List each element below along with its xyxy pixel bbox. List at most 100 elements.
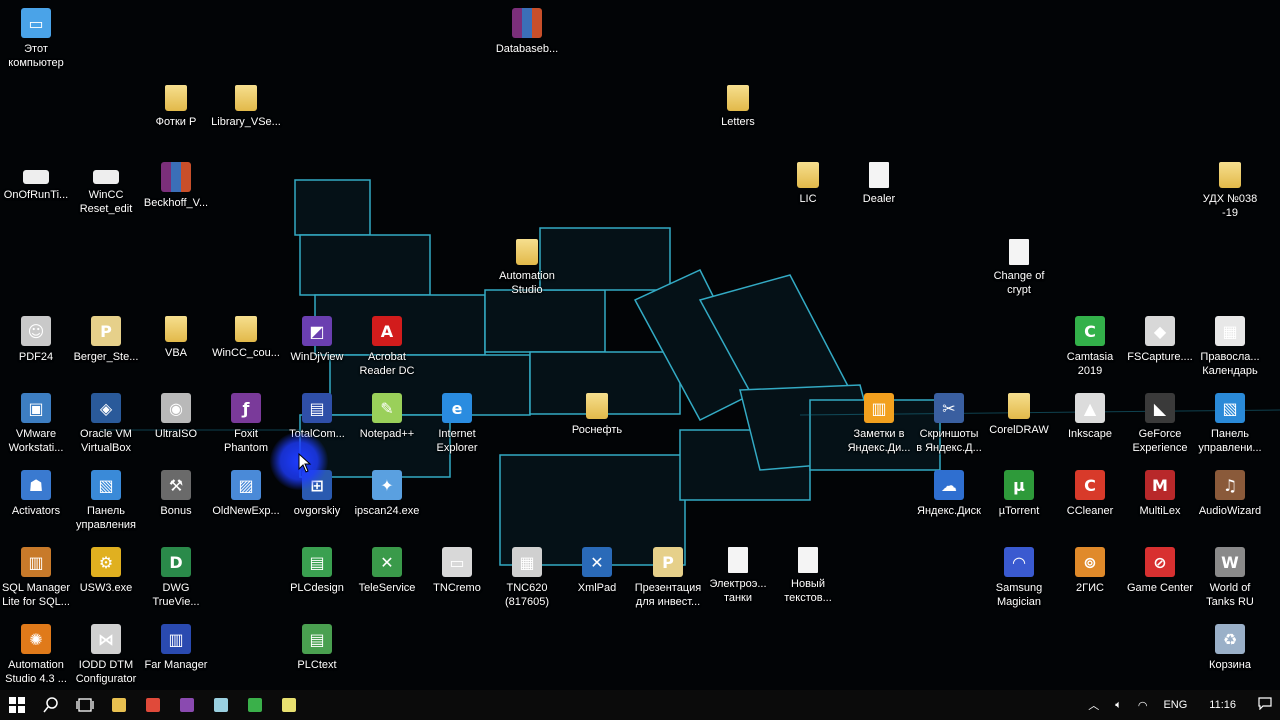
desktop-icon-label: Acrobat Reader DC (359, 351, 415, 377)
clock[interactable]: 11:16 (1195, 699, 1250, 711)
desktop-icon-label: Bonus (160, 505, 192, 517)
desktop-icon[interactable]: ☺ PDF24 (0, 316, 72, 364)
taskbar-app-button[interactable] (272, 690, 306, 720)
desktop-icon[interactable]: P Презентация для инвест... (632, 547, 704, 609)
desktop-icon[interactable]: ▥ Заметки в Яндекс.Ди... (843, 393, 915, 455)
desktop-icon[interactable]: A Acrobat Reader DC (351, 316, 423, 378)
taskbar-app-button[interactable] (102, 690, 136, 720)
desktop-icon[interactable]: Dealer (843, 162, 915, 206)
desktop-icon[interactable]: ▧ Панель управления (70, 470, 142, 532)
desktop-icon[interactable]: ⊘ Game Center (1124, 547, 1196, 595)
desktop-icon-label: Этот компьютер (8, 43, 64, 69)
desktop-icon[interactable]: ✂ Скриншоты в Яндекс.Д... (913, 393, 985, 455)
desktop[interactable]: ▭ Этот компьютер Databaseb... Фотки Р Librar… (0, 0, 1280, 690)
desktop-icon[interactable]: ♫ AudioWizard (1194, 470, 1266, 518)
desktop-icon-label: Презентация для инвест... (634, 582, 702, 608)
wifi-icon[interactable]: ◠ (1130, 699, 1156, 712)
task-view-button[interactable] (68, 690, 102, 720)
desktop-icon[interactable]: ⋈ IODD DTM Configurator (70, 624, 142, 686)
yandex-disk-icon: ☁ (934, 470, 964, 500)
search-button[interactable] (34, 690, 68, 720)
taskbar-app-button[interactable] (170, 690, 204, 720)
taskbar-app-button[interactable] (238, 690, 272, 720)
desktop-icon[interactable]: ✎ Notepad++ (351, 393, 423, 441)
desktop-icon[interactable]: VBA (140, 316, 212, 360)
desktop-icon[interactable]: ◠ Samsung Magician (983, 547, 1055, 609)
desktop-icon[interactable]: Электроэ... танки (702, 547, 774, 605)
desktop-icon[interactable]: CorelDRAW (983, 393, 1055, 437)
desktop-icon[interactable]: W World of Tanks RU (1194, 547, 1266, 609)
desktop-icon[interactable]: ☁ Яндекс.Диск (913, 470, 985, 518)
desktop-icon[interactable]: Library_VSe... (210, 85, 282, 129)
desktop-icon[interactable]: ◩ WinDjView (281, 316, 353, 364)
desktop-icon-label: Яндекс.Диск (917, 505, 981, 517)
desktop-icon[interactable]: C CCleaner (1054, 470, 1126, 518)
desktop-icon[interactable]: µ µTorrent (983, 470, 1055, 518)
desktop-icon[interactable]: ▣ VMware Workstati... (0, 393, 72, 455)
desktop-icon[interactable]: ▭ Этот компьютер (0, 8, 72, 70)
desktop-icon-label: Far Manager (144, 659, 208, 671)
notifications-icon[interactable] (1250, 697, 1280, 713)
desktop-icon[interactable]: ◉ UltraISO (140, 393, 212, 441)
desktop-icon[interactable]: WinCC_cou... (210, 316, 282, 360)
desktop-icon[interactable]: ▥ Far Manager (140, 624, 212, 672)
desktop-icon[interactable]: WinCC Reset_edit (70, 162, 142, 216)
volume-icon[interactable]: 🔈︎ (1107, 699, 1130, 712)
tncremo-icon: ▭ (442, 547, 472, 577)
desktop-icon-label: WinCC_cou... (212, 347, 280, 359)
desktop-icon[interactable]: ▦ Правосла... Календарь (1194, 316, 1266, 378)
desktop-icon[interactable]: D DWG TrueVie... (140, 547, 212, 609)
desktop-icon[interactable]: ▲ Inkscape (1054, 393, 1126, 441)
desktop-icon[interactable]: C Camtasia 2019 (1054, 316, 1126, 378)
notepadpp-icon: ✎ (372, 393, 402, 423)
desktop-icon[interactable]: OnOfRunTi... (0, 162, 72, 202)
desktop-icon[interactable]: УДХ №038 -19 (1194, 162, 1266, 220)
vmware-icon: ▣ (21, 393, 51, 423)
taskbar-app-button[interactable] (136, 690, 170, 720)
desktop-icon[interactable]: ▧ Панель управлени... (1194, 393, 1266, 455)
teleservice-icon: ✕ (372, 547, 402, 577)
desktop-icon[interactable]: ▭ TNCremo (421, 547, 493, 595)
desktop-icon[interactable]: e Internet Explorer (421, 393, 493, 455)
desktop-icon[interactable]: ⚒ Bonus (140, 470, 212, 518)
language-indicator[interactable]: ENG (1155, 699, 1195, 711)
desktop-icon[interactable]: ☗ Activators (0, 470, 72, 518)
desktop-icon[interactable]: LIC (772, 162, 844, 206)
task-view-icon (76, 698, 94, 712)
desktop-icon[interactable]: ♻ Корзина (1194, 624, 1266, 672)
desktop-icon[interactable]: ◣ GeForce Experience (1124, 393, 1196, 455)
far-manager-icon: ▥ (161, 624, 191, 654)
desktop-icon[interactable]: Новый текстов... (772, 547, 844, 605)
desktop-icon[interactable]: ▥ SQL Manager Lite for SQL... (0, 547, 72, 609)
start-button[interactable] (0, 690, 34, 720)
desktop-icon[interactable]: ▤ PLCdesign (281, 547, 353, 595)
desktop-icon[interactable]: ◆ FSCapture.... (1124, 316, 1196, 364)
taskbar-app-button[interactable] (204, 690, 238, 720)
desktop-icon[interactable]: Automation Studio (491, 239, 563, 297)
chevron-up-icon[interactable]: ︿ (1080, 697, 1107, 713)
desktop-icon[interactable]: Фотки Р (140, 85, 212, 129)
desktop-icon[interactable]: ▨ OldNewExp... (210, 470, 282, 518)
desktop-icon[interactable]: ✕ XmlPad (561, 547, 633, 595)
desktop-icon[interactable]: ƒ Foxit Phantom (210, 393, 282, 455)
desktop-icon[interactable]: Beckhoff_V... (140, 162, 212, 210)
desktop-icon-label: World of Tanks RU (1206, 582, 1254, 608)
desktop-icon[interactable]: ⊚ 2ГИС (1054, 547, 1126, 595)
desktop-icon[interactable]: ✺ Automation Studio 4.3 ... (0, 624, 72, 686)
desktop-icon[interactable]: ⚙ USW3.exe (70, 547, 142, 595)
desktop-icon[interactable]: Роснефть (561, 393, 633, 437)
desktop-icon[interactable]: ✦ ipscan24.exe (351, 470, 423, 518)
folder-icon (235, 316, 257, 342)
desktop-icon[interactable]: ◈ Oracle VM VirtualBox (70, 393, 142, 455)
desktop-icon[interactable]: Change of crypt (983, 239, 1055, 297)
desktop-icon[interactable]: ▤ PLCtext (281, 624, 353, 672)
desktop-icon[interactable]: Letters (702, 85, 774, 129)
xmlpad-icon: ✕ (582, 547, 612, 577)
desktop-icon[interactable]: P Berger_Ste... (70, 316, 142, 364)
desktop-icon[interactable]: M MultiLex (1124, 470, 1196, 518)
desktop-icon[interactable]: ✕ TeleService (351, 547, 423, 595)
desktop-icon[interactable]: ▦ TNC620 (817605) (491, 547, 563, 609)
desktop-icon[interactable]: Databaseb... (491, 8, 563, 56)
multilex-icon: M (1145, 470, 1175, 500)
desktop-icon-label: WinDjView (290, 351, 344, 363)
